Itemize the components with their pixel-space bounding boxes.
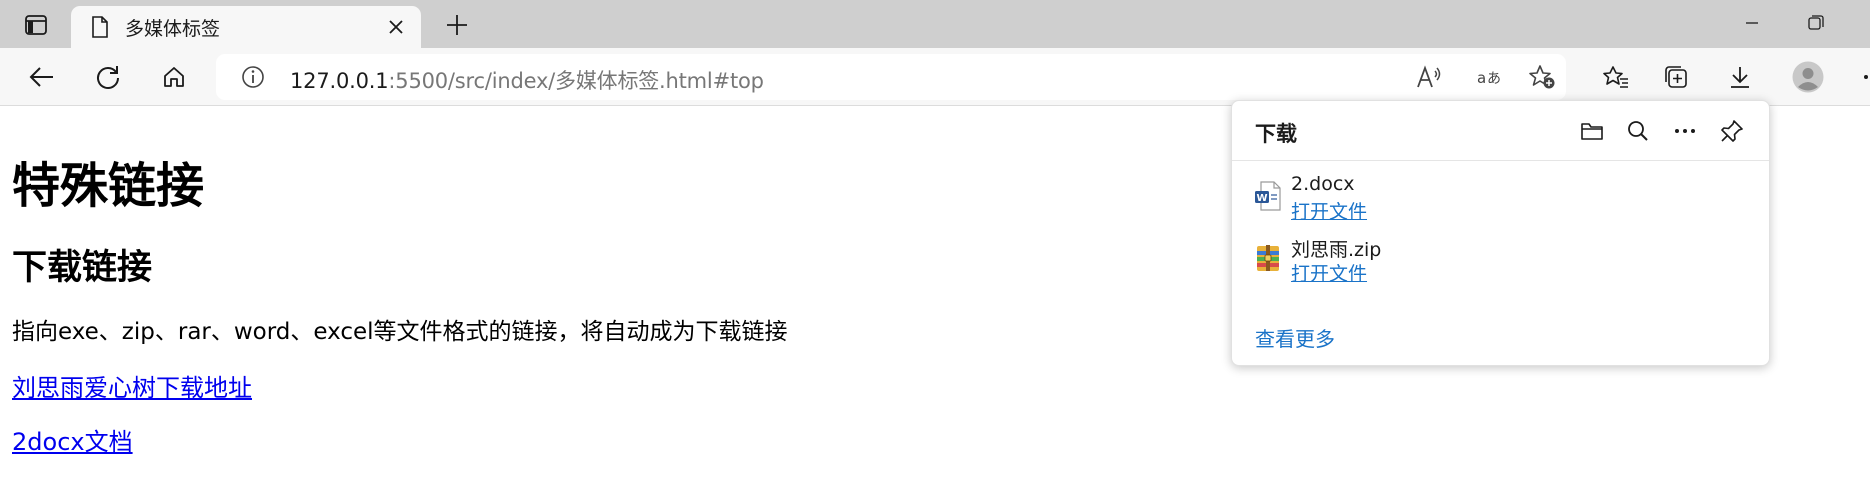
page-description: 指向exe、zip、rar、word、excel等文件格式的链接，将自动成为下载… [12, 319, 788, 345]
download-item[interactable]: 刘思雨.zip 打开文件 [1232, 231, 1769, 295]
refresh-button[interactable] [88, 58, 128, 96]
pin-flyout-button[interactable] [1714, 114, 1750, 148]
downloads-title: 下载 [1255, 122, 1297, 146]
folder-icon [1581, 123, 1603, 140]
tab-actions-icon [25, 15, 47, 35]
word-file-icon: W [1254, 181, 1282, 211]
ellipsis-icon [1675, 129, 1695, 133]
site-info-button[interactable] [238, 62, 268, 92]
page-heading: 特殊链接 [12, 158, 205, 214]
plus-icon [447, 15, 467, 35]
download-item[interactable]: W 2.docx 打开文件 [1232, 169, 1769, 233]
minimize-button[interactable] [1728, 6, 1776, 40]
back-button[interactable] [22, 58, 62, 96]
favorites-icon [1603, 66, 1628, 88]
tab-strip: 多媒体标签 [0, 0, 1870, 48]
avatar-icon [1792, 61, 1824, 93]
more-options-button[interactable] [1667, 114, 1703, 148]
downloads-button[interactable] [1720, 58, 1760, 96]
download-file-name: 2.docx [1291, 173, 1355, 195]
star-add-icon [1529, 65, 1555, 89]
see-more-link[interactable]: 查看更多 [1255, 323, 1335, 352]
svg-text:a: a [1477, 69, 1486, 87]
info-icon [242, 66, 264, 88]
more-icon [1864, 75, 1868, 79]
restore-icon [1808, 15, 1824, 30]
home-icon [164, 67, 184, 87]
svg-text:W: W [1257, 193, 1268, 204]
url-host: 127.0.0.1 [290, 69, 389, 93]
download-file-name: 刘思雨.zip [1291, 239, 1382, 261]
collections-icon [1665, 66, 1687, 88]
open-file-link[interactable]: 打开文件 [1291, 259, 1367, 286]
download-link-docx[interactable]: 2docx文档 [12, 422, 133, 457]
search-downloads-button[interactable] [1620, 114, 1656, 148]
restore-button[interactable] [1792, 6, 1840, 40]
browser-toolbar: 127.0.0.1:5500/src/index/多媒体标签.html#top … [0, 48, 1870, 106]
settings-more-button[interactable] [1848, 58, 1870, 96]
page-subheading: 下载链接 [12, 248, 153, 288]
open-downloads-folder-button[interactable] [1574, 114, 1610, 148]
active-tab[interactable]: 多媒体标签 [71, 6, 421, 48]
pin-icon [1721, 120, 1743, 142]
add-favorite-button[interactable] [1522, 60, 1562, 94]
search-icon [1628, 121, 1648, 141]
collections-button[interactable] [1656, 58, 1696, 96]
back-arrow-icon [29, 67, 53, 87]
address-bar[interactable]: 127.0.0.1:5500/src/index/多媒体标签.html#top … [216, 54, 1566, 100]
tab-title: 多媒体标签 [125, 17, 221, 40]
profile-button[interactable] [1788, 58, 1828, 96]
downloads-header: 下载 [1232, 101, 1769, 161]
close-icon [389, 20, 403, 34]
svg-text:あ: あ [1487, 71, 1501, 87]
url-text[interactable]: 127.0.0.1:5500/src/index/多媒体标签.html#top [290, 65, 764, 95]
new-tab-button[interactable] [440, 8, 474, 42]
refresh-icon [97, 66, 119, 89]
downloads-flyout: 下载 W 2.docx 打开文件 刘思雨.zip 打开文件 查看更多 [1231, 100, 1770, 366]
read-aloud-button[interactable] [1409, 60, 1449, 94]
zip-archive-icon [1254, 243, 1282, 273]
url-path: :5500/src/index/多媒体标签.html#top [388, 69, 764, 93]
tab-close-button[interactable] [379, 10, 413, 44]
translate-icon: aあ [1477, 69, 1501, 87]
read-aloud-icon [1417, 65, 1441, 88]
home-button[interactable] [154, 58, 194, 96]
open-file-link[interactable]: 打开文件 [1291, 197, 1367, 224]
page-icon [89, 15, 111, 39]
download-link-zip[interactable]: 刘思雨爱心树下载地址 [12, 368, 252, 403]
tab-actions-button[interactable] [16, 10, 56, 40]
translate-button[interactable]: aあ [1470, 60, 1510, 94]
download-icon [1731, 67, 1749, 88]
favorites-button[interactable] [1596, 58, 1636, 96]
minimize-icon [1746, 22, 1758, 24]
